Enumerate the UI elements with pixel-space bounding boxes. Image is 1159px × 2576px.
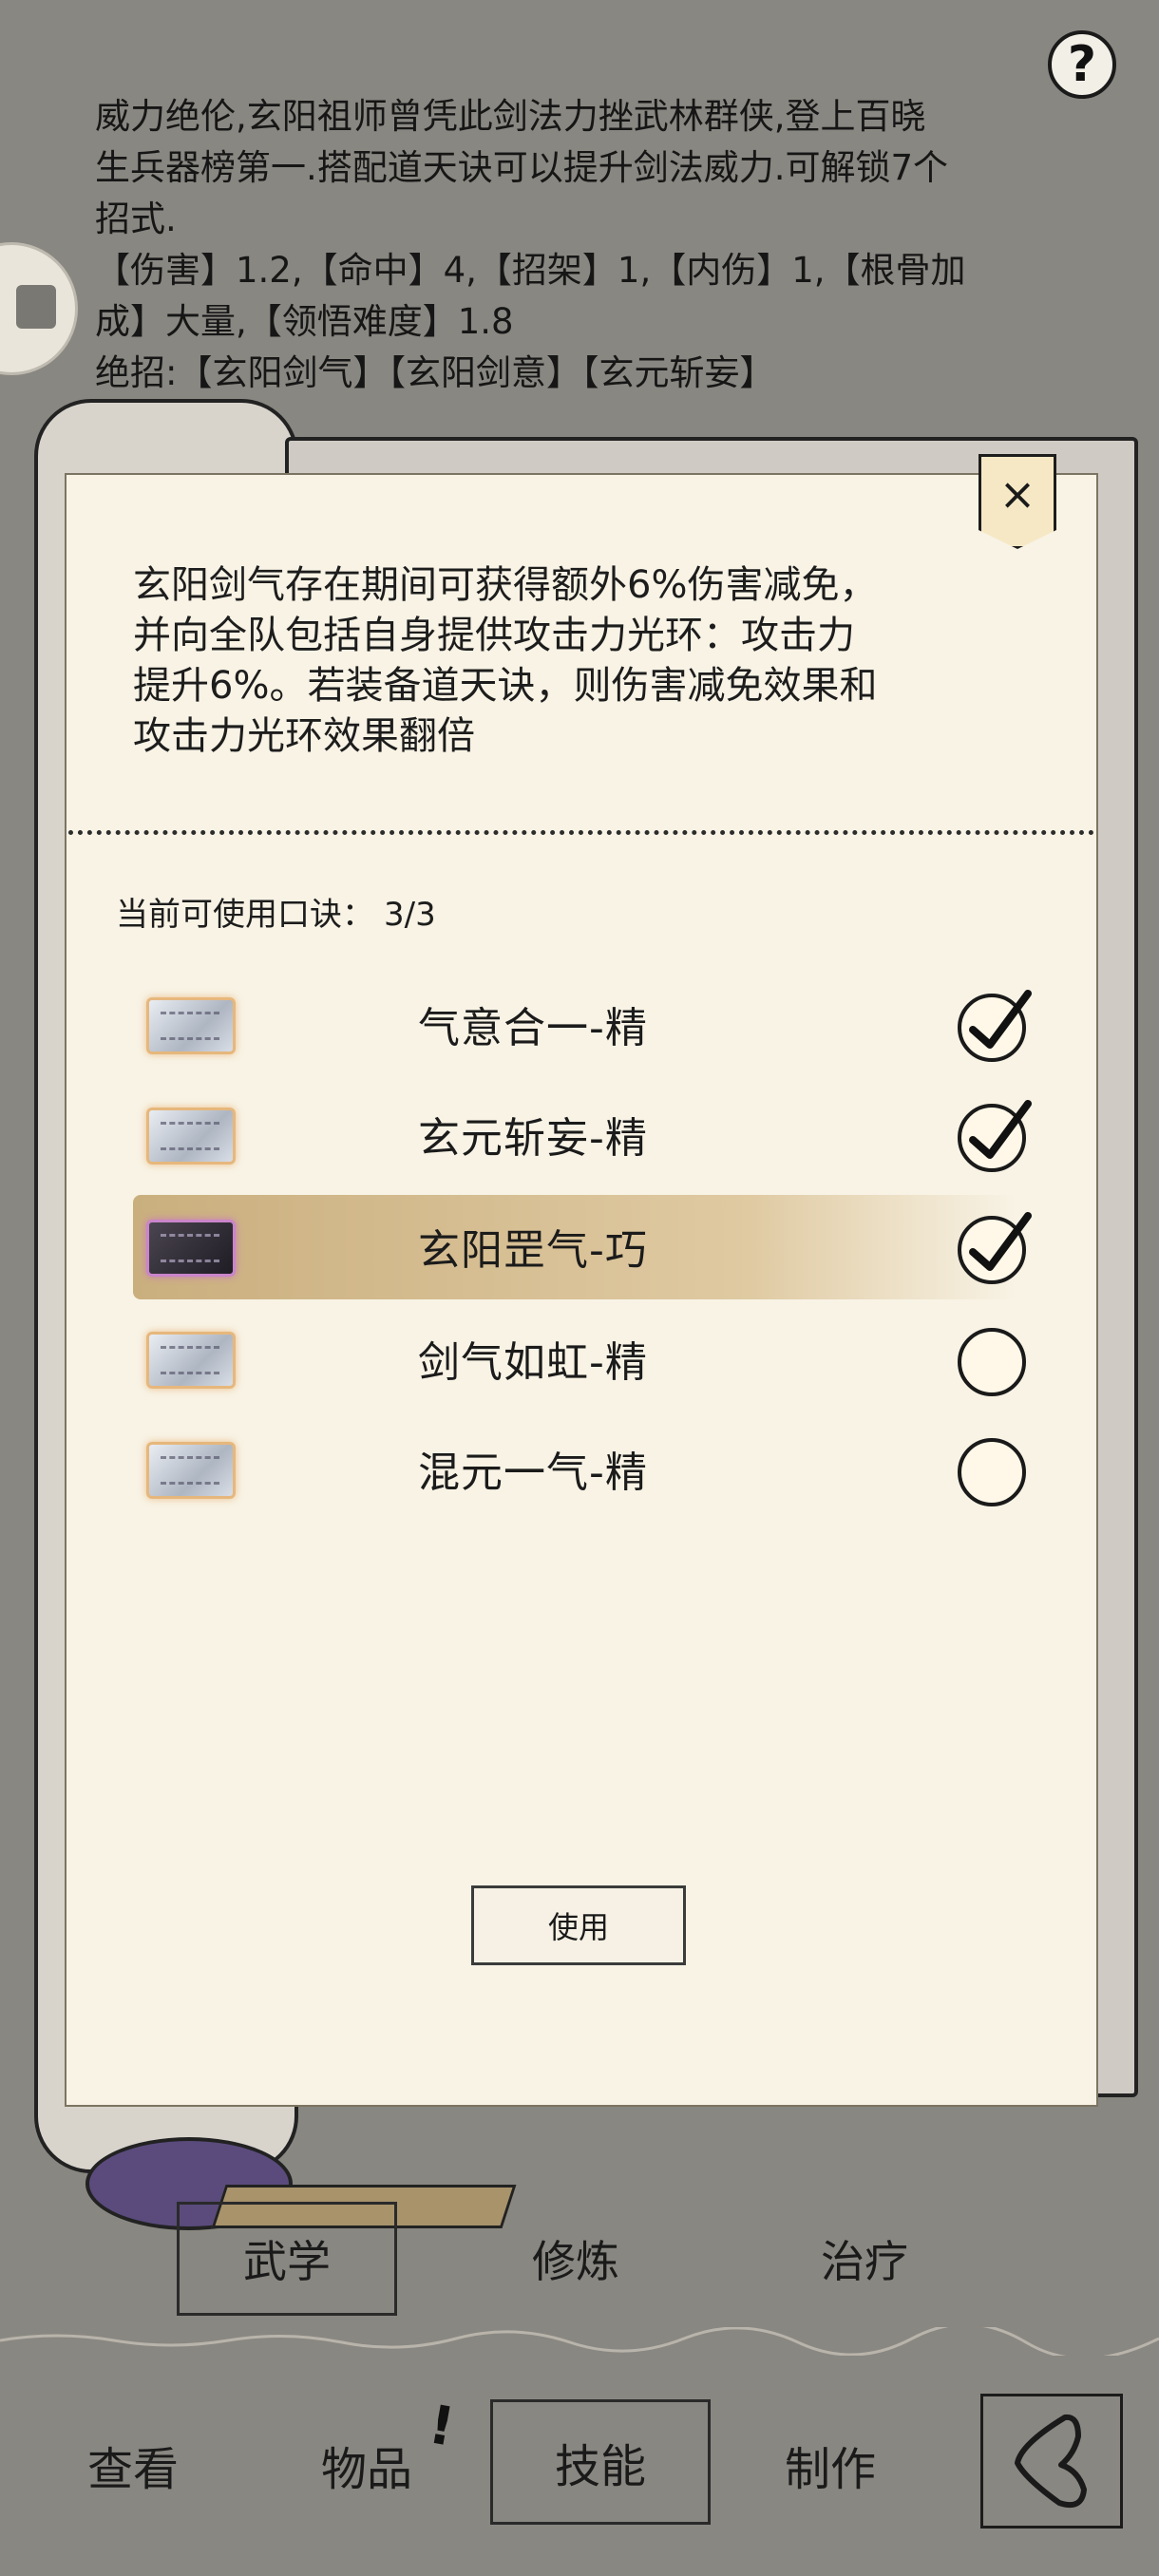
effect-line: 攻击力光环效果翻倍 xyxy=(133,714,475,758)
nav-craft[interactable]: 制作 xyxy=(785,2432,876,2498)
count-value: 3/3 xyxy=(384,896,436,934)
description-line: 威力绝伦,玄阳祖师曾凭此剑法力挫武林群侠,登上百晓 xyxy=(95,96,926,137)
effect-line: 玄阳剑气存在期间可获得额外6%伤害减免， xyxy=(133,563,878,607)
mantra-checkbox[interactable] xyxy=(958,1438,1026,1506)
close-icon: × xyxy=(998,468,1036,520)
mantra-name: 玄元斩妄-精 xyxy=(418,1114,648,1163)
nav-view[interactable]: 查看 xyxy=(87,2432,179,2498)
mantra-effect-text: 玄阳剑气存在期间可获得额外6%伤害减免， 并向全队包括自身提供攻击力光环：攻击力… xyxy=(133,560,1016,762)
mantra-row[interactable]: 剑气如虹-精 xyxy=(133,1307,1064,1411)
question-icon: ? xyxy=(1067,36,1097,93)
wavy-divider xyxy=(0,2327,1159,2356)
description-line: 生兵器榜第一.搭配道天诀可以提升剑法威力.可解锁7个 xyxy=(95,147,949,188)
mantra-plate-icon xyxy=(146,1442,236,1499)
mantra-row-selected[interactable]: 玄阳罡气-巧 xyxy=(133,1195,1064,1299)
nav-skills[interactable]: 技能 xyxy=(490,2399,711,2525)
tab-martial-arts[interactable]: 武学 xyxy=(177,2202,397,2316)
mantra-name: 玄阳罡气-巧 xyxy=(418,1226,648,1275)
mantra-name: 气意合一-精 xyxy=(418,1004,648,1052)
back-arrow-icon xyxy=(1015,2414,1087,2509)
close-button[interactable]: × xyxy=(978,454,1056,549)
nav-items[interactable]: 物品 xyxy=(321,2432,412,2498)
checkmark-icon xyxy=(969,1100,1032,1159)
checkmark-icon xyxy=(969,990,1032,1049)
checkmark-icon xyxy=(969,1212,1032,1271)
dotted-divider xyxy=(68,830,1094,835)
effect-line: 提升6%。若装备道天诀，则伤害减免效果和 xyxy=(133,664,878,708)
help-button[interactable]: ? xyxy=(1048,30,1116,99)
mantra-name: 剑气如虹-精 xyxy=(418,1338,648,1387)
use-button[interactable]: 使用 xyxy=(471,1885,686,1965)
skill-description: 威力绝伦,玄阳祖师曾凭此剑法力挫武林群侠,登上百晓 生兵器榜第一.搭配道天诀可以… xyxy=(95,91,1074,399)
count-label: 当前可使用口诀： xyxy=(116,896,374,934)
mantra-row[interactable]: 气意合一-精 xyxy=(133,973,1064,1077)
description-stats: 【伤害】1.2,【命中】4,【招架】1,【内伤】1,【根骨加 xyxy=(95,250,966,291)
mantra-plate-icon xyxy=(146,1108,236,1165)
mantra-row[interactable]: 玄元斩妄-精 xyxy=(133,1083,1064,1187)
mantra-plate-icon xyxy=(146,1220,236,1277)
description-stats: 成】大量,【领悟难度】1.8 xyxy=(95,301,514,342)
mantra-row[interactable]: 混元一气-精 xyxy=(133,1417,1064,1522)
nav-label: 技能 xyxy=(554,2440,646,2493)
mantra-checkbox[interactable] xyxy=(958,990,1032,1062)
tab-cultivate[interactable]: 修炼 xyxy=(532,2227,619,2290)
side-avatar[interactable] xyxy=(0,242,78,375)
notification-badge: ! xyxy=(424,2394,459,2459)
mantra-count: 当前可使用口诀： 3/3 xyxy=(116,888,436,935)
mantra-plate-icon xyxy=(146,997,236,1054)
effect-line: 并向全队包括自身提供攻击力光环：攻击力 xyxy=(133,614,855,657)
mantra-checkbox[interactable] xyxy=(958,1100,1032,1172)
description-ultimates: 绝招:【玄阳剑气】【玄阳剑意】【玄元斩妄】 xyxy=(95,352,775,393)
mantra-checkbox[interactable] xyxy=(958,1212,1032,1284)
mantra-checkbox[interactable] xyxy=(958,1328,1026,1396)
tab-heal[interactable]: 治疗 xyxy=(821,2227,908,2290)
mantra-name: 混元一气-精 xyxy=(418,1449,648,1497)
avatar-tile-icon xyxy=(16,285,56,329)
mantra-plate-icon xyxy=(146,1332,236,1389)
back-button[interactable] xyxy=(980,2394,1123,2529)
tab-label: 武学 xyxy=(243,2236,331,2287)
description-line: 招式. xyxy=(95,199,177,239)
